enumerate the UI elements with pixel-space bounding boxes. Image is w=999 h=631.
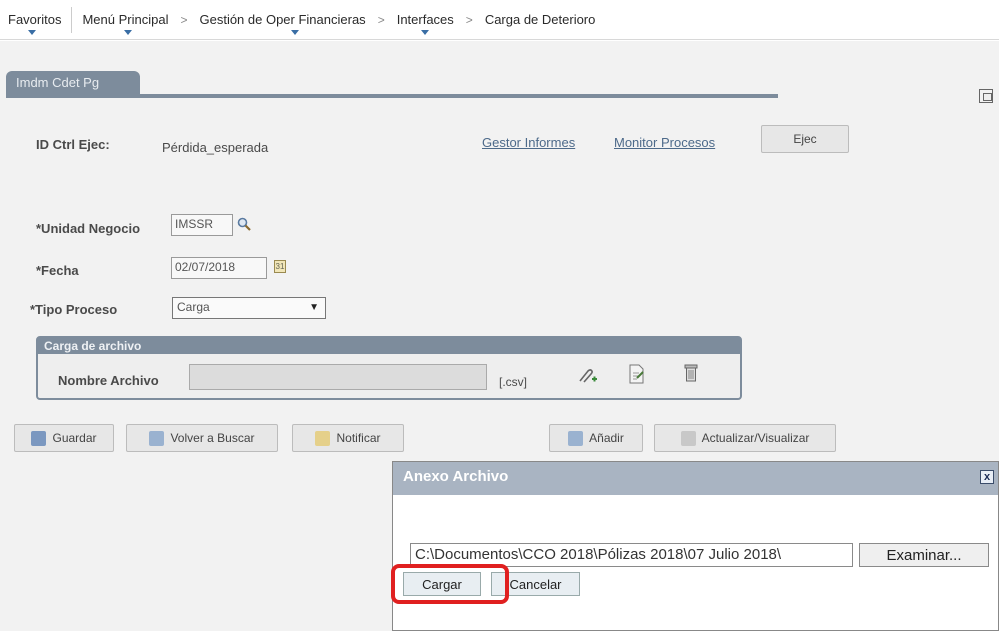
process-monitor-link[interactable]: Monitor Procesos <box>614 135 715 150</box>
save-button-label: Guardar <box>52 431 97 445</box>
add-button[interactable]: Añadir <box>549 424 643 452</box>
save-button[interactable]: Guardar <box>14 424 114 452</box>
view-attachment-icon[interactable] <box>628 364 646 384</box>
chevron-down-icon: ▼ <box>309 302 319 313</box>
save-icon <box>31 430 47 446</box>
close-icon-glyph: x <box>983 471 991 483</box>
attach-icon[interactable] <box>577 366 597 386</box>
main-menu-label: Menú Principal <box>82 12 169 27</box>
file-name-label: Nombre Archivo <box>58 373 159 388</box>
attach-file-dialog: Anexo Archivo x C:\Documentos\CCO 2018\P… <box>392 461 999 631</box>
calendar-icon-text: 31 <box>275 262 285 271</box>
tab-label: Imdm Cdet Pg <box>16 75 100 90</box>
breadcrumb-label: Gestión de Oper Financieras <box>199 12 366 27</box>
close-icon[interactable]: x <box>980 470 994 484</box>
process-type-label: *Tipo Proceso <box>30 302 118 317</box>
file-path-value: C:\Documentos\CCO 2018\Pólizas 2018\07 J… <box>415 546 782 563</box>
breadcrumb-label: Carga de Deterioro <box>484 12 596 27</box>
breadcrumb-bar: Favoritos Menú Principal > Gestión de Op… <box>0 0 999 40</box>
process-type-select[interactable]: Carga ▼ <box>172 297 326 319</box>
dialog-title: Anexo Archivo <box>403 468 509 485</box>
report-manager-link[interactable]: Gestor Informes <box>482 135 575 150</box>
file-name-input[interactable] <box>189 364 487 390</box>
breadcrumb-separator: > <box>377 12 385 27</box>
breadcrumb-separator: > <box>180 12 188 27</box>
notify-button[interactable]: Notificar <box>292 424 404 452</box>
browse-button-label: Examinar... <box>886 546 962 564</box>
run-button[interactable]: Ejec <box>761 125 849 153</box>
run-control-value: Pérdida_esperada <box>162 140 269 155</box>
breadcrumb-separator: > <box>465 12 473 27</box>
upload-button-highlight <box>391 564 509 604</box>
process-type-value: Carga <box>177 300 210 314</box>
date-label: *Fecha <box>36 263 79 278</box>
business-unit-value: IMSSR <box>175 217 214 231</box>
tab-underline <box>6 94 778 98</box>
business-unit-label: *Unidad Negocio <box>36 221 141 236</box>
delete-trash-icon[interactable] <box>684 363 698 383</box>
main-menu[interactable]: Menú Principal <box>76 7 174 35</box>
favorites-menu[interactable]: Favoritos <box>8 6 73 35</box>
dialog-title-bar: Anexo Archivo x <box>393 462 998 495</box>
cancel-button-label: Cancelar <box>509 576 562 592</box>
breadcrumb-item-interfaces[interactable]: Interfaces <box>391 7 460 35</box>
add-icon <box>568 430 584 446</box>
notify-icon <box>315 430 331 446</box>
return-icon <box>149 430 165 446</box>
return-to-search-button[interactable]: Volver a Buscar <box>126 424 278 452</box>
return-button-label: Volver a Buscar <box>170 431 255 445</box>
breadcrumb-item-carga[interactable]: Carga de Deterioro <box>479 7 602 33</box>
browse-button[interactable]: Examinar... <box>859 543 989 567</box>
update-display-button[interactable]: Actualizar/Visualizar <box>654 424 836 452</box>
update-icon <box>680 430 696 446</box>
notify-button-label: Notificar <box>336 431 381 445</box>
breadcrumb-label: Interfaces <box>396 12 454 27</box>
calendar-icon[interactable]: 31 <box>274 260 286 273</box>
breadcrumb-item-gestion[interactable]: Gestión de Oper Financieras <box>193 7 371 35</box>
file-upload-group-title: Carga de archivo <box>38 338 740 354</box>
date-input[interactable]: 02/07/2018 <box>171 257 267 279</box>
update-button-label: Actualizar/Visualizar <box>701 431 810 445</box>
date-value: 02/07/2018 <box>175 260 236 274</box>
file-upload-group: Carga de archivo Nombre Archivo [.csv] <box>36 336 742 400</box>
caret-down-icon <box>124 29 133 35</box>
caret-down-icon <box>28 29 36 35</box>
add-button-label: Añadir <box>589 431 624 445</box>
favorites-label: Favoritos <box>8 12 62 27</box>
run-control-label: ID Ctrl Ejec: <box>36 137 110 152</box>
run-button-label: Ejec <box>793 132 817 146</box>
caret-down-icon <box>291 29 300 35</box>
new-window-icon[interactable] <box>979 89 993 103</box>
business-unit-input[interactable]: IMSSR <box>171 214 233 236</box>
file-extension-label: [.csv] <box>499 375 528 389</box>
caret-down-icon <box>420 29 429 35</box>
search-icon[interactable] <box>237 217 251 231</box>
